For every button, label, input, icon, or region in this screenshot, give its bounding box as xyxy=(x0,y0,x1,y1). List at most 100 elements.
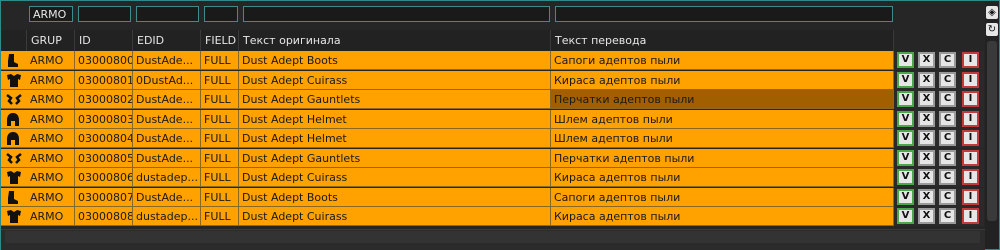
cell-original: Dust Adept Cuirass xyxy=(239,168,551,187)
info-button[interactable]: I xyxy=(962,149,979,166)
validate-button[interactable]: V xyxy=(897,91,914,107)
boots-icon xyxy=(1,51,27,70)
cell-id: 03000808 xyxy=(75,207,133,226)
copy-button[interactable]: C xyxy=(939,149,956,166)
cell-translation[interactable]: Кираса адептов пыли xyxy=(551,70,894,90)
cell-translation[interactable]: Шлем адептов пыли xyxy=(551,109,894,129)
table-row[interactable]: ARMO 03000802 DustAde... FULL Dust Adept Gau… xyxy=(1,90,991,109)
info-button[interactable]: I xyxy=(962,52,979,68)
validate-button[interactable]: V xyxy=(897,52,914,68)
copy-button[interactable]: C xyxy=(939,91,956,107)
table-row[interactable]: ARMO 03000804 DustAde... FULL Dust Adept Hel… xyxy=(1,129,991,148)
refresh-icon[interactable]: ↻ xyxy=(986,23,998,36)
filter-translation-input[interactable] xyxy=(555,6,893,22)
cuirass-icon xyxy=(1,168,27,187)
cell-translation[interactable]: Кираса адептов пыли xyxy=(551,207,894,226)
cell-grup: ARMO xyxy=(27,207,75,226)
cell-field: FULL xyxy=(201,51,239,70)
cell-translation[interactable]: Сапоги адептов пыли xyxy=(551,51,894,70)
cell-original: Dust Adept Boots xyxy=(239,51,551,70)
header-original[interactable]: Текст оригинала xyxy=(239,30,551,51)
cell-translation[interactable]: Сапоги адептов пыли xyxy=(551,187,894,207)
reject-button[interactable]: X xyxy=(918,188,935,205)
cell-edid: DustAde... xyxy=(133,51,201,70)
cell-edid: dustadep... xyxy=(133,207,201,226)
cell-grup: ARMO xyxy=(27,90,75,109)
table-header: GRUP ID EDID FIELD Текст оригинала Текст… xyxy=(1,30,894,51)
cell-grup: ARMO xyxy=(27,51,75,70)
info-button[interactable]: I xyxy=(962,91,979,107)
helmet-icon xyxy=(1,129,27,148)
info-button[interactable]: I xyxy=(962,130,979,146)
header-grup[interactable]: GRUP xyxy=(27,30,75,51)
filter-edid-input[interactable] xyxy=(136,6,199,22)
cell-translation[interactable]: Шлем адептов пыли xyxy=(551,129,894,148)
validate-button[interactable]: V xyxy=(897,71,914,88)
cell-id: 03000801 xyxy=(75,70,133,90)
vertical-scrollbar[interactable]: ◈ ↻ xyxy=(985,1,999,249)
validate-button[interactable]: V xyxy=(897,208,914,224)
filter-row: ARMO xyxy=(1,6,986,24)
cell-original: Dust Adept Gauntlets xyxy=(239,90,551,109)
cell-grup: ARMO xyxy=(27,168,75,187)
cell-edid: DustAde... xyxy=(133,129,201,148)
cell-field: FULL xyxy=(201,129,239,148)
info-button[interactable]: I xyxy=(962,71,979,88)
cell-field: FULL xyxy=(201,148,239,168)
cell-id: 03000803 xyxy=(75,109,133,129)
reject-button[interactable]: X xyxy=(918,208,935,224)
validate-button[interactable]: V xyxy=(897,188,914,205)
filter-id-input[interactable] xyxy=(78,6,131,22)
reject-button[interactable]: X xyxy=(918,71,935,88)
reject-button[interactable]: X xyxy=(918,149,935,166)
cell-original: Dust Adept Helmet xyxy=(239,109,551,129)
reject-button[interactable]: X xyxy=(918,110,935,127)
table-row[interactable]: ARMO 03000805 DustAde... FULL Dust Adept Gau… xyxy=(1,148,991,168)
cell-translation[interactable]: Перчатки адептов пыли xyxy=(551,148,894,168)
info-button[interactable]: I xyxy=(962,110,979,127)
copy-button[interactable]: C xyxy=(939,130,956,146)
table-row[interactable]: ARMO 03000807 DustAde... FULL Dust Adept Boo… xyxy=(1,187,991,207)
cell-id: 03000804 xyxy=(75,129,133,148)
horizontal-scrollbar[interactable] xyxy=(5,231,980,243)
copy-button[interactable]: C xyxy=(939,188,956,205)
header-edid[interactable]: EDID xyxy=(133,30,201,51)
filter-original-input[interactable] xyxy=(243,6,550,22)
cell-translation[interactable]: Кираса адептов пыли xyxy=(551,168,894,187)
copy-button[interactable]: C xyxy=(939,169,956,185)
cell-edid: dustadep... xyxy=(133,168,201,187)
reject-button[interactable]: X xyxy=(918,169,935,185)
cell-id: 03000800 xyxy=(75,51,133,70)
copy-button[interactable]: C xyxy=(939,71,956,88)
table-row[interactable]: ARMO 03000808 dustadep... FULL Dust Adept Cu… xyxy=(1,207,991,226)
info-button[interactable]: I xyxy=(962,208,979,224)
copy-button[interactable]: C xyxy=(939,52,956,68)
cell-grup: ARMO xyxy=(27,148,75,168)
validate-button[interactable]: V xyxy=(897,169,914,185)
validate-button[interactable]: V xyxy=(897,130,914,146)
table-row[interactable]: ARMO 03000801 0DustAd... FULL Dust Adept Cui… xyxy=(1,70,991,90)
reject-button[interactable]: X xyxy=(918,52,935,68)
scrollbar-thumb[interactable] xyxy=(987,41,997,221)
info-button[interactable]: I xyxy=(962,169,979,185)
eraser-icon[interactable]: ◈ xyxy=(986,6,998,19)
table-row[interactable]: ARMO 03000800 DustAde... FULL Dust Adept Boo… xyxy=(1,51,991,70)
gauntlets-icon xyxy=(1,90,27,109)
header-id[interactable]: ID xyxy=(75,30,133,51)
reject-button[interactable]: X xyxy=(918,91,935,107)
table-row[interactable]: ARMO 03000806 dustadep... FULL Dust Adept Cu… xyxy=(1,168,991,187)
filter-grup-input[interactable]: ARMO xyxy=(29,6,73,22)
filter-field-input[interactable] xyxy=(204,6,238,22)
cell-original: Dust Adept Cuirass xyxy=(239,70,551,90)
reject-button[interactable]: X xyxy=(918,130,935,146)
validate-button[interactable]: V xyxy=(897,110,914,127)
table-row[interactable]: ARMO 03000803 DustAde... FULL Dust Adept Hel… xyxy=(1,109,991,129)
header-field[interactable]: FIELD xyxy=(201,30,239,51)
cell-field: FULL xyxy=(201,109,239,129)
cell-translation[interactable]: Перчатки адептов пыли xyxy=(551,90,894,109)
copy-button[interactable]: C xyxy=(939,110,956,127)
info-button[interactable]: I xyxy=(962,188,979,205)
validate-button[interactable]: V xyxy=(897,149,914,166)
header-translation[interactable]: Текст перевода xyxy=(551,30,894,51)
copy-button[interactable]: C xyxy=(939,208,956,224)
